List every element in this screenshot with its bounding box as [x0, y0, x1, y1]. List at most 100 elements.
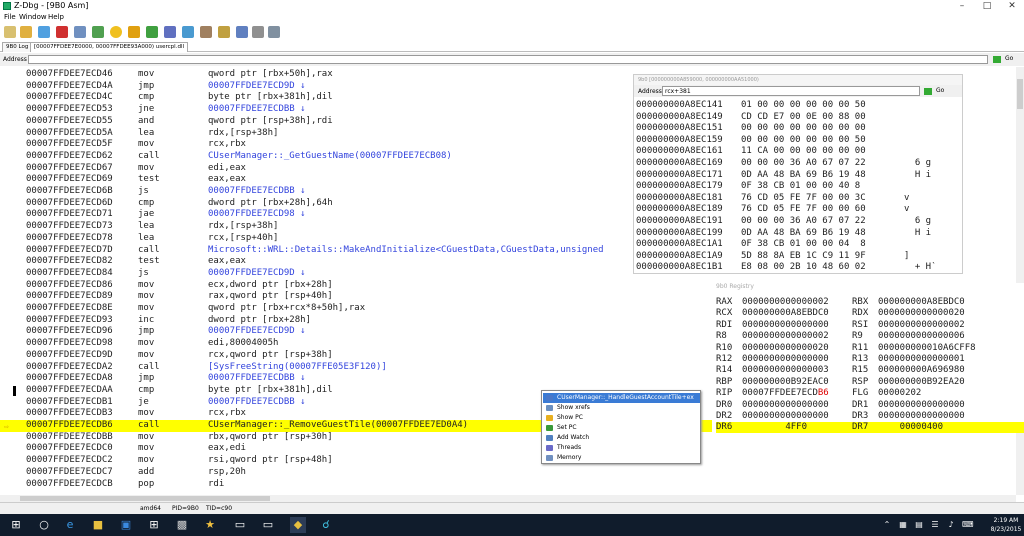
instruction-operands[interactable]: 00007FFDEE7ECD98 ↓ — [208, 209, 306, 219]
scroll-thumb[interactable] — [1017, 79, 1023, 109]
terminal-icon[interactable]: ▭ — [232, 517, 248, 533]
close-button[interactable]: ✕ — [1000, 0, 1024, 12]
context-menu-item[interactable]: CUserManager::_HandleGuestAccountTile+ex — [543, 393, 700, 403]
tab-log[interactable]: 9B0 Log — [2, 42, 33, 52]
go-button[interactable]: Go — [1005, 55, 1013, 62]
context-menu-item[interactable]: Set PC — [543, 423, 700, 433]
settings-icon[interactable] — [268, 26, 280, 38]
store-icon[interactable]: ▣ — [118, 517, 134, 533]
breakpoint-marker[interactable] — [13, 385, 16, 396]
new-icon[interactable] — [4, 26, 16, 38]
instruction-operands[interactable]: 00007FFDEE7ECDBB ↓ — [208, 186, 306, 196]
memory-row[interactable]: 000000000A8EC1A1 0F 38 CB 01 00 00 04 8 — [636, 239, 962, 250]
memory-row[interactable]: 000000000A8EC191 00 00 00 36 A0 67 07 22 … — [636, 216, 962, 227]
step-over-icon[interactable] — [164, 26, 176, 38]
memory-row[interactable]: 000000000A8EC181 76 CD 05 FE 7F 00 00 3C v — [636, 193, 962, 204]
memory-row[interactable]: 000000000A8EC169 00 00 00 36 A0 67 07 22 … — [636, 158, 962, 169]
memory-row[interactable]: 000000000A8EC179 0F 38 CB 01 00 00 40 8 — [636, 181, 962, 192]
menu-help[interactable]: Help — [48, 13, 64, 21]
menu-file[interactable]: File — [4, 13, 16, 21]
instruction-operands[interactable]: 00007FFDEE7ECD9D ↓ — [208, 326, 306, 336]
register-row[interactable]: RIP 00007FFDEE7ECDB6 FLG 00000202 — [716, 388, 1024, 399]
window-icon[interactable] — [236, 26, 248, 38]
memory-row[interactable]: 000000000A8EC149 CD CD E7 00 0E 00 88 00 — [636, 112, 962, 123]
context-menu-item[interactable]: Memory — [543, 453, 700, 463]
disasm-row[interactable]: 00007FFDEE7ECDC7 add rsp,20h — [0, 467, 1016, 479]
app-icon[interactable]: ▩ — [174, 517, 190, 533]
print-icon[interactable] — [252, 26, 264, 38]
start-icon[interactable]: ⊞ — [8, 517, 24, 533]
memory-row[interactable]: 000000000A8EC1B1 E8 08 00 2B 10 48 60 02 … — [636, 262, 962, 273]
address-input[interactable] — [28, 55, 988, 64]
instruction-operands[interactable]: [SysFreeString(00007FFE05E3F120)] — [208, 362, 387, 372]
tab-module[interactable]: [00007FFDEE7E0000, 00007FFDEE93A000) use… — [30, 42, 188, 52]
context-menu-item[interactable]: Show xrefs — [543, 403, 700, 413]
tools-icon[interactable] — [218, 26, 230, 38]
step-out-icon[interactable] — [182, 26, 194, 38]
star-icon[interactable] — [110, 26, 122, 38]
scroll-thumb[interactable] — [20, 496, 270, 501]
instruction-operands[interactable]: CUserManager::_GetGuestName(00007FFDEE7E… — [208, 151, 452, 161]
memory-row[interactable]: 000000000A8EC151 00 00 00 00 00 00 00 00 — [636, 123, 962, 134]
maximize-button[interactable]: □ — [975, 0, 999, 12]
network-icon[interactable]: ☰ — [930, 517, 940, 533]
volume-icon[interactable]: ♪ — [946, 517, 956, 533]
register-row[interactable]: RCX 000000000A8EBDC0 RDX 0000000000000020 — [716, 308, 1024, 319]
notification-icon[interactable]: ▦ — [898, 517, 908, 533]
instruction-operands[interactable]: 00007FFDEE7ECDBB ↓ — [208, 373, 306, 383]
menu-window[interactable]: Window — [19, 13, 47, 21]
context-menu-item[interactable]: Threads — [543, 443, 700, 453]
instruction-operands[interactable]: Microsoft::WRL::Details::MakeAndInitiali… — [208, 245, 604, 255]
disasm-row[interactable]: 00007FFDEE7ECDBB mov rbx,qword ptr [rsp+30… — [0, 432, 1016, 444]
context-menu-item[interactable]: Add Watch — [543, 433, 700, 443]
go-arrow-icon[interactable] — [993, 56, 1001, 63]
windows-icon[interactable]: ⊞ — [146, 517, 162, 533]
app-icon[interactable]: ★ — [202, 517, 218, 533]
keyboard-icon[interactable]: ⌨ — [962, 517, 974, 533]
detach-icon[interactable] — [74, 26, 86, 38]
disasm-row[interactable]: 00007FFDEE7ECDC0 mov eax,edi — [0, 443, 1016, 455]
memory-row[interactable]: 000000000A8EC171 0D AA 48 BA 69 B6 19 48 … — [636, 170, 962, 181]
memory-address-input[interactable]: rcx+381 — [662, 86, 920, 96]
disasm-row[interactable]: 00007FFDEE7ECDCB pop rdi — [0, 479, 1016, 491]
disasm-row[interactable]: 00007FFDEE7ECDC2 mov rsi,qword ptr [rsp+48… — [0, 455, 1016, 467]
zdbg-icon[interactable]: ◆ — [290, 517, 306, 533]
instruction-operands[interactable]: 00007FFDEE7ECDBB ↓ — [208, 397, 306, 407]
register-row[interactable]: DR2 0000000000000000 DR3 0000000000000000 — [716, 411, 1024, 422]
register-row[interactable]: DR0 0000000000000000 DR1 0000000000000000 — [716, 400, 1024, 411]
register-row[interactable]: RAX 0000000000000002 RBX 000000000A8EBDC0 — [716, 297, 1024, 308]
search-tool-icon[interactable]: ☌ — [318, 517, 334, 533]
run-icon[interactable] — [92, 26, 104, 38]
memory-row[interactable]: 000000000A8EC161 11 CA 00 00 00 00 00 00 — [636, 146, 962, 157]
stop-icon[interactable] — [56, 26, 68, 38]
memory-row[interactable]: 000000000A8EC159 00 00 00 00 00 00 00 50 — [636, 135, 962, 146]
register-row[interactable]: R8 0000000000000002 R9 0000000000000006 — [716, 331, 1024, 342]
memory-row[interactable]: 000000000A8EC141 01 00 00 00 00 00 00 50 — [636, 100, 962, 111]
register-row[interactable]: R10 0000000000000020 R11 000000000010A6CFF8 — [716, 343, 1024, 354]
chevron-up-icon[interactable]: ⌃ — [882, 517, 892, 533]
register-row[interactable]: R12 0000000000000000 R13 0000000000000001 — [716, 354, 1024, 365]
bookmark-icon[interactable] — [128, 26, 140, 38]
memory-go-button[interactable]: Go — [936, 87, 944, 94]
search-icon[interactable]: ○ — [36, 517, 52, 533]
clock[interactable]: 2:19 AM 8/23/2015 — [988, 516, 1024, 534]
memory-row[interactable]: 000000000A8EC1A9 5D 88 8A EB 1C C9 11 9F] — [636, 251, 962, 262]
register-row[interactable]: RBP 000000000B92EAC0 RSP 000000000B92EA20 — [716, 377, 1024, 388]
attach-icon[interactable] — [38, 26, 50, 38]
open-icon[interactable] — [20, 26, 32, 38]
edge-icon[interactable]: e — [62, 517, 78, 533]
battery-icon[interactable]: ▤ — [914, 517, 924, 533]
register-row[interactable]: DR6 4FF0 DR7 00000400 — [716, 422, 1024, 434]
minimize-button[interactable]: – — [950, 0, 974, 12]
instruction-operands[interactable]: 00007FFDEE7ECD9D ↓ — [208, 268, 306, 278]
explorer-icon[interactable]: ■ — [90, 517, 106, 533]
context-menu-item[interactable]: Show PC — [543, 413, 700, 423]
instruction-operands[interactable]: 00007FFDEE7ECDBB ↓ — [208, 104, 306, 114]
register-row[interactable]: RDI 0000000000000000 RSI 0000000000000002 — [716, 320, 1024, 331]
step-into-icon[interactable] — [146, 26, 158, 38]
horizontal-scrollbar[interactable] — [0, 495, 1016, 502]
register-row[interactable]: R14 0000000000000003 R15 000000000A696980 — [716, 365, 1024, 376]
edit-icon[interactable] — [200, 26, 212, 38]
memory-row[interactable]: 000000000A8EC199 0D AA 48 BA 69 B6 19 48 … — [636, 228, 962, 239]
go-arrow-icon[interactable] — [924, 88, 932, 95]
